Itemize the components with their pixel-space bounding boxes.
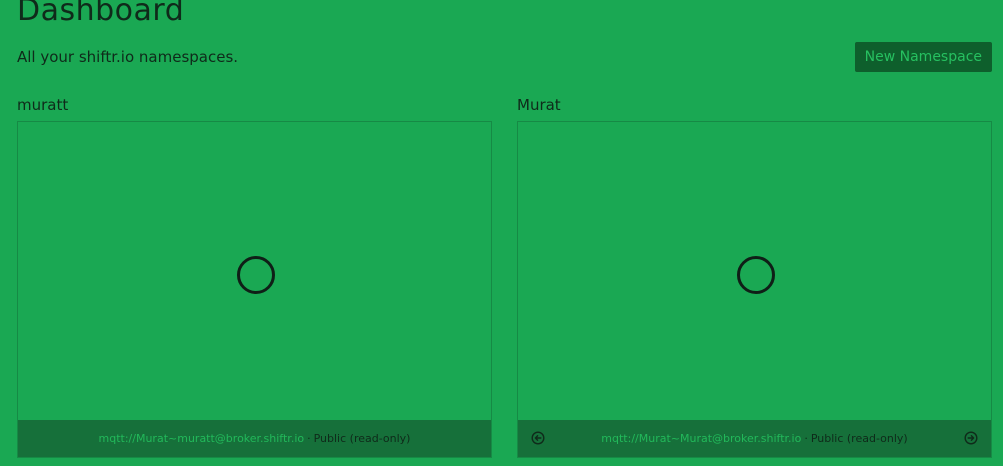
arrow-right-circle-icon[interactable] [964, 431, 978, 445]
footer-separator: · [804, 432, 808, 445]
namespace-visibility: Public (read-only) [313, 432, 411, 445]
arrow-left-circle-icon[interactable] [531, 431, 545, 445]
page-subtitle: All your shiftr.io namespaces. [17, 48, 239, 66]
namespace-title[interactable]: muratt [17, 95, 492, 121]
namespace-visualization[interactable]: mqtt://Murat~muratt@broker.shiftr.io · P… [17, 121, 492, 458]
namespace-visualization[interactable]: mqtt://Murat~Murat@broker.shiftr.io · Pu… [517, 121, 992, 458]
new-namespace-button[interactable]: New Namespace [854, 42, 992, 72]
loading-spinner-icon [236, 256, 275, 294]
footer-separator: · [307, 432, 311, 445]
page-title: Dashboard [17, 0, 185, 28]
namespace-connection-link[interactable]: mqtt://Murat~Murat@broker.shiftr.io [601, 432, 801, 445]
namespace-card-murat: Murat mqtt://Murat~Murat@broker.shiftr.i… [517, 95, 992, 458]
namespace-title[interactable]: Murat [517, 95, 992, 121]
namespace-card-muratt: muratt mqtt://Murat~muratt@broker.shiftr… [17, 95, 492, 458]
namespace-visibility: Public (read-only) [810, 432, 908, 445]
loading-spinner-icon [736, 256, 775, 294]
namespace-footer: mqtt://Murat~Murat@broker.shiftr.io · Pu… [518, 420, 991, 457]
namespace-footer: mqtt://Murat~muratt@broker.shiftr.io · P… [18, 420, 491, 457]
namespace-connection-link[interactable]: mqtt://Murat~muratt@broker.shiftr.io [99, 432, 305, 445]
